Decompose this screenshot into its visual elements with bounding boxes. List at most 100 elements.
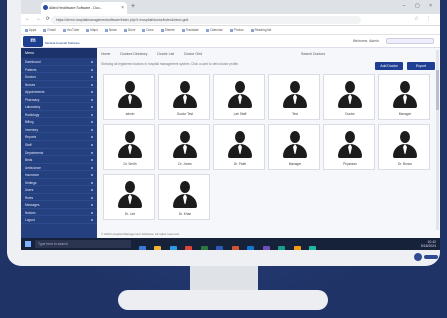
sidebar-item[interactable]: Billing — [21, 118, 97, 126]
sidebar-item[interactable]: Roles — [21, 194, 97, 202]
sidebar-item[interactable]: Patients — [21, 66, 97, 74]
sidebar-item[interactable]: Appointments — [21, 88, 97, 96]
task-view-icon[interactable] — [139, 246, 146, 250]
powerpoint-icon[interactable] — [231, 246, 239, 250]
sidebar-item[interactable]: Doctors — [21, 73, 97, 81]
doctor-card[interactable]: admin — [103, 74, 155, 120]
doctor-card[interactable]: Manager — [378, 74, 430, 120]
settings-icon[interactable] — [308, 246, 316, 250]
doctor-card[interactable]: Dr. Smith — [103, 124, 155, 170]
browser-tab[interactable]: Allied Healthcare Software - Doc... × — [41, 2, 127, 14]
sidebar-item[interactable]: Messages — [21, 201, 97, 209]
bookmark-item[interactable]: Drive — [124, 28, 135, 32]
edge-icon[interactable] — [169, 246, 177, 250]
new-tab-button[interactable]: + — [131, 3, 135, 10]
file-explorer-icon[interactable] — [154, 246, 162, 250]
store-icon[interactable] — [278, 246, 286, 250]
teams-icon[interactable] — [262, 246, 270, 250]
doctor-card[interactable]: Dr. Lee — [103, 174, 155, 220]
power-indicator-icon — [414, 253, 422, 261]
bookmark-item[interactable]: Apps — [25, 28, 36, 32]
sidebar-item[interactable]: Inventory — [21, 126, 97, 134]
app-logo[interactable]: m Medical Hospital Software — [23, 36, 83, 47]
sidebar-item[interactable]: Logout — [21, 216, 97, 225]
doctor-card[interactable]: Doctor — [323, 74, 375, 120]
close-tab-icon[interactable]: × — [121, 5, 124, 11]
header-search-box[interactable] — [386, 38, 434, 44]
doctor-card[interactable]: Dr. Patel — [213, 124, 265, 170]
extensions-icons[interactable]: ☆ ⋮ — [414, 16, 434, 22]
windows-start-icon[interactable] — [25, 241, 31, 247]
sidebar-item[interactable]: Departments — [21, 149, 97, 157]
scrollbar-thumb[interactable] — [436, 70, 439, 110]
sidebar-item[interactable]: Ambulance — [21, 164, 97, 172]
doctor-card[interactable]: Manager — [268, 124, 320, 170]
taskbar-search-input[interactable]: Type here to search — [35, 240, 131, 248]
word-icon[interactable] — [216, 246, 224, 250]
logo-mark: m — [23, 36, 43, 47]
doctor-name: Doctor Test — [176, 112, 194, 116]
sidebar-item[interactable]: Dashboard — [21, 58, 97, 66]
header-user[interactable]: Welcome, Admin — [353, 38, 434, 44]
monitor-frame: Allied Healthcare Software - Doc... × + … — [7, 0, 440, 266]
bookmark-item[interactable]: Maps — [86, 28, 98, 32]
doctor-avatar-icon — [338, 81, 362, 109]
window-controls[interactable]: – ▢ × — [403, 3, 436, 9]
doctor-name: Dr. Jones — [178, 162, 192, 166]
doctor-card[interactable]: Doctor Test — [158, 74, 210, 120]
doctor-card[interactable]: Dr. Jones — [158, 124, 210, 170]
sidebar-item[interactable]: Nurses — [21, 81, 97, 89]
bookmark-item[interactable]: Calendar — [206, 28, 223, 32]
sidebar-item[interactable]: Insurance — [21, 171, 97, 179]
sidebar-item[interactable]: Beds — [21, 156, 97, 164]
sidebar-item[interactable]: Users — [21, 186, 97, 194]
sidebar-item[interactable]: Radiology — [21, 111, 97, 119]
sidebar-item[interactable]: Pharmacy — [21, 96, 97, 104]
url-field[interactable]: https://demo.hospitalmanagementsoftware/… — [51, 16, 361, 24]
photos-icon[interactable] — [293, 246, 301, 250]
breadcrumb-item[interactable]: Doctor Grid — [184, 52, 202, 56]
bookmark-item[interactable]: News — [105, 28, 117, 32]
doctor-card[interactable]: Dr. Brown — [378, 124, 430, 170]
top-right-label[interactable]: Search Doctors — [301, 52, 325, 56]
sidebar-item[interactable]: Settings — [21, 179, 97, 187]
scrollbar[interactable] — [436, 50, 439, 230]
mail-icon[interactable] — [247, 246, 255, 250]
bookmark-item[interactable]: Photos — [230, 28, 244, 32]
doctor-card[interactable]: Physician — [323, 124, 375, 170]
excel-icon[interactable] — [200, 246, 208, 250]
breadcrumb-item[interactable]: Home — [101, 52, 110, 56]
nav-controls[interactable]: ← → ⟳ — [25, 16, 52, 22]
bookmark-item[interactable]: Gmail — [43, 28, 55, 32]
export-button[interactable]: Export — [407, 62, 435, 70]
add-doctor-button[interactable]: Add Doctor — [375, 62, 403, 70]
chrome-icon[interactable] — [185, 246, 193, 250]
doctor-name: Manager — [288, 162, 302, 166]
doctor-card[interactable]: Dr. Khan — [158, 174, 210, 220]
bookmark-item[interactable]: Reading list — [251, 28, 272, 32]
bookmark-item[interactable]: Docs — [142, 28, 153, 32]
doctor-card[interactable]: Test — [268, 74, 320, 120]
breadcrumb-item[interactable]: Doctors Directory — [120, 52, 147, 56]
sidebar-title[interactable]: Menu — [21, 48, 97, 58]
bookmark-item[interactable]: YouTube — [63, 28, 80, 32]
doctor-avatar-icon — [393, 81, 417, 109]
sidebar-item[interactable]: Reports — [21, 133, 97, 142]
system-clock[interactable]: 10:42 5/18/2024 — [421, 240, 436, 248]
sidebar-item[interactable]: Laboratory — [21, 103, 97, 111]
bookmark-item[interactable]: Translate — [182, 28, 199, 32]
doctor-avatar-icon — [173, 81, 197, 109]
power-bar — [424, 255, 438, 259]
sidebar: Menu Dashboard Patients Doctors Nurses Appoi… — [21, 48, 97, 238]
doctor-avatar-icon — [118, 181, 142, 209]
bookmark-item[interactable]: Sheets — [161, 28, 175, 32]
doctor-name: Dr. Brown — [398, 162, 412, 166]
breadcrumb-item[interactable]: Doctor List — [157, 52, 174, 56]
clock-date: 5/18/2024 — [420, 244, 436, 248]
screen: Allied Healthcare Software - Doc... × + … — [21, 0, 440, 250]
sidebar-item[interactable]: Staff — [21, 141, 97, 149]
doctor-card[interactable]: Lab Staff — [213, 74, 265, 120]
doctor-avatar-icon — [173, 181, 197, 209]
doctor-name: Doctor — [345, 112, 355, 116]
sidebar-item[interactable]: Notices — [21, 209, 97, 217]
